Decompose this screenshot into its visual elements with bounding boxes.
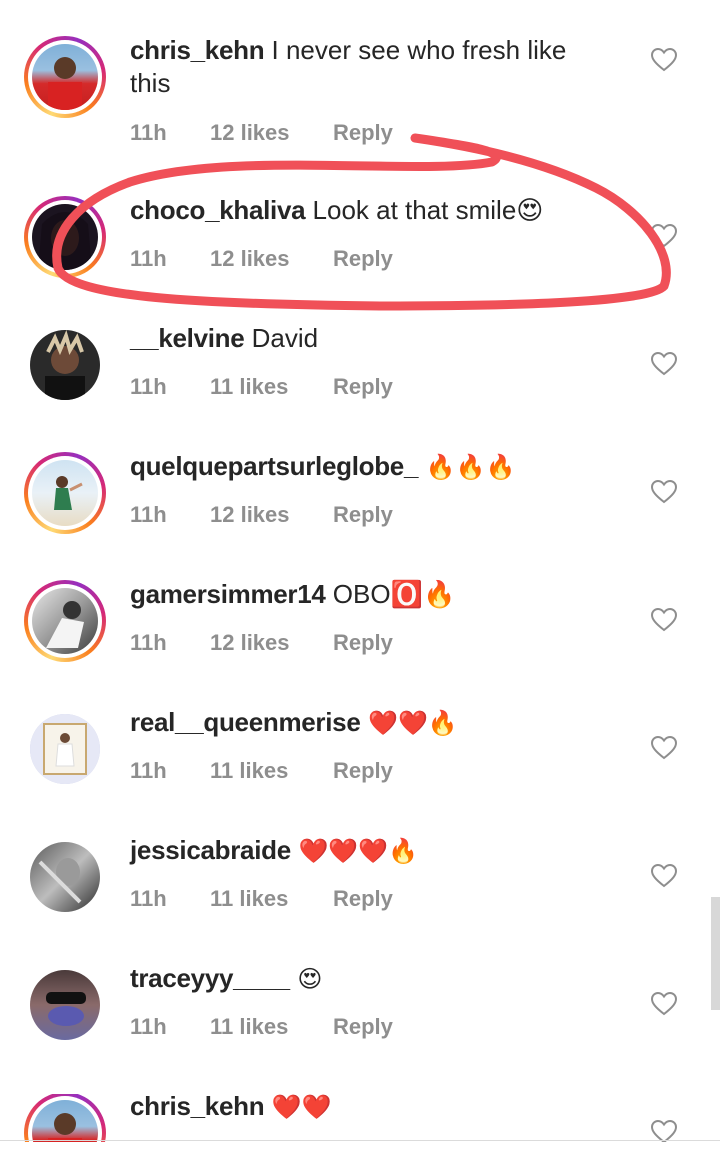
comment-username[interactable]: __kelvine [130,323,245,353]
comment-likes[interactable]: 12 likes [210,120,290,146]
avatar-image [46,992,86,1026]
comment-body: OBO🅾️🔥 [325,579,456,609]
avatar[interactable] [24,196,106,278]
comment-item: quelquepartsurleglobe_ 🔥🔥🔥 11h 12 likes … [0,451,720,582]
comment-username[interactable]: gamersimmer14 [130,579,326,609]
comment-text: real__queenmerise ❤️❤️🔥 [130,706,610,740]
comment-username[interactable]: chris_kehn [130,35,265,65]
comment-likes[interactable]: 11 likes [210,374,288,400]
comment-body: ❤️❤️ [264,1094,332,1121]
comment-time: 11h [130,630,167,655]
bottom-divider [0,1140,720,1141]
comment-time: 11h [130,758,167,783]
comment-time: 11h [130,502,167,527]
avatar[interactable] [24,324,106,406]
reply-button[interactable]: Reply [333,120,393,146]
heart-outline-icon[interactable] [651,1120,677,1142]
avatar[interactable] [24,452,106,534]
avatar[interactable] [24,36,106,118]
scrollbar[interactable] [711,897,720,1010]
comment-likes[interactable]: 11 likes [210,1014,288,1040]
comment-username[interactable]: choco_khaliva [130,195,306,225]
comment-item: __kelvine David 11h 11 likes Reply [0,323,720,454]
comment-text: quelquepartsurleglobe_ 🔥🔥🔥 [130,450,610,484]
comment-body: Look at that smile😍 [305,195,544,225]
avatar[interactable] [24,836,106,918]
comment-likes[interactable]: 11 likes [210,758,288,784]
reply-button[interactable]: Reply [333,758,393,784]
heart-outline-icon[interactable] [651,864,677,888]
comment-text: gamersimmer14 OBO🅾️🔥 [130,578,610,611]
comment-item: jessicabraide ❤️❤️❤️🔥 11h 11 likes Reply [0,835,720,966]
comment-likes[interactable]: 12 likes [210,630,290,656]
avatar[interactable] [24,708,106,790]
comment-likes[interactable]: 12 likes [210,502,290,528]
reply-button[interactable]: Reply [333,246,393,272]
avatar[interactable] [24,580,106,662]
comment-item: traceyyy____ 😍 11h 11 likes Reply [0,963,720,1094]
heart-outline-icon[interactable] [651,736,677,760]
comment-time: 11h [130,1014,167,1039]
heart-outline-icon[interactable] [651,608,677,632]
comment-item: real__queenmerise ❤️❤️🔥 11h 11 likes Rep… [0,707,720,838]
comment-body: ❤️❤️🔥 [360,709,458,737]
avatar-image [54,476,83,510]
avatar-image [38,858,82,904]
comment-body: 🔥🔥🔥 [418,453,516,481]
comment-text: chris_kehn ❤️❤️ [130,1094,610,1124]
comment-text: __kelvine David [130,322,610,355]
reply-button[interactable]: Reply [333,502,393,528]
comment-body: 😍 [289,965,323,993]
avatar-image [48,1113,82,1142]
comment-time: 11h [130,886,167,911]
comment-body: ❤️❤️❤️🔥 [290,837,419,865]
comment-item: chris_kehn ❤️❤️ [0,1094,720,1142]
comment-username[interactable]: real__queenmerise [130,707,361,737]
comment-time: 11h [130,120,167,145]
comment-time: 11h [130,374,167,399]
comment-username[interactable]: quelquepartsurleglobe_ [130,451,418,481]
heart-outline-icon[interactable] [651,224,677,248]
heart-outline-icon[interactable] [651,352,677,376]
avatar[interactable] [24,964,106,1046]
comment-body: David [244,323,319,353]
comment-item: choco_khaliva Look at that smile😍 11h 12… [0,195,720,326]
avatar-image [45,330,85,400]
avatar-image [46,601,84,648]
comment-text: chris_kehn I never see who fresh like th… [130,34,610,100]
heart-outline-icon[interactable] [651,992,677,1016]
avatar[interactable] [24,1094,106,1142]
reply-button[interactable]: Reply [333,1014,393,1040]
heart-outline-icon[interactable] [651,48,677,72]
comment-item: gamersimmer14 OBO🅾️🔥 11h 12 likes Reply [0,579,720,710]
avatar-image [38,212,92,270]
avatar-image [48,57,82,110]
comment-text: choco_khaliva Look at that smile😍 [130,194,610,227]
comment-username[interactable]: chris_kehn [130,1094,265,1121]
comment-likes[interactable]: 11 likes [210,886,288,912]
comment-username[interactable]: traceyyy____ [130,963,290,993]
comment-username[interactable]: jessicabraide [130,835,291,865]
heart-outline-icon[interactable] [651,480,677,504]
comment-item: chris_kehn I never see who fresh like th… [0,35,720,166]
comment-likes[interactable]: 12 likes [210,246,290,272]
comment-text: traceyyy____ 😍 [130,962,610,996]
reply-button[interactable]: Reply [333,630,393,656]
comment-time: 11h [130,246,167,271]
reply-button[interactable]: Reply [333,374,393,400]
avatar-image [43,723,87,775]
comment-text: jessicabraide ❤️❤️❤️🔥 [130,834,610,868]
reply-button[interactable]: Reply [333,886,393,912]
